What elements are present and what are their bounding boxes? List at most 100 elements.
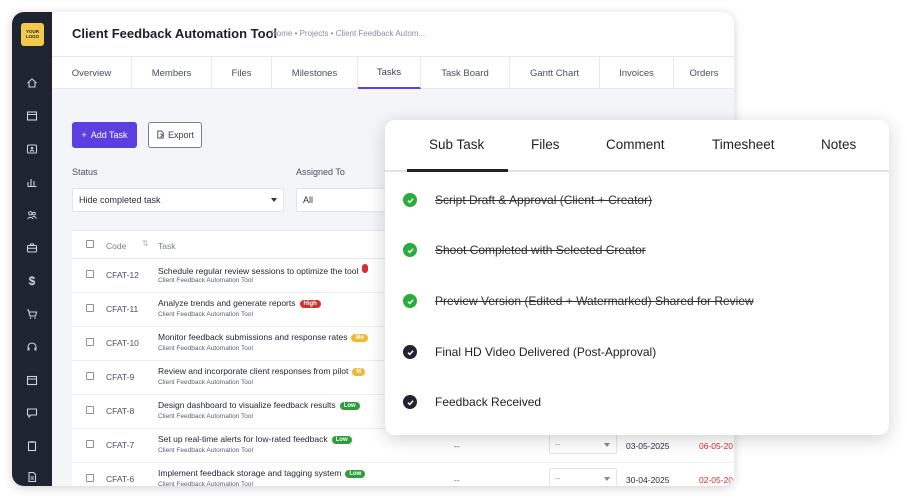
task-column-header[interactable]: Task (158, 241, 175, 251)
popup-tab-notes[interactable]: Notes (821, 137, 856, 152)
select-all-checkbox[interactable] (86, 240, 94, 248)
chart-icon[interactable] (24, 174, 40, 190)
task-start-date: 03-05-2025 (626, 441, 670, 451)
subtask-item[interactable]: Shoot Completed with Selected Creator (403, 241, 873, 263)
popup-tabs: Sub Task Files Comment Timesheet Notes (385, 120, 889, 172)
assigned-filter-value: All (303, 195, 314, 205)
breadcrumb[interactable]: Home • Projects • Client Feedback Autom.… (271, 29, 425, 38)
assigned-filter-select[interactable]: All (296, 188, 396, 212)
status-filter-value: Hide completed task (79, 195, 161, 205)
check-circle-icon[interactable] (403, 294, 417, 308)
priority-badge: Low (339, 402, 360, 410)
task-code: CFAT-9 (106, 372, 135, 382)
row-checkbox[interactable] (86, 474, 94, 482)
task-code: CFAT-11 (106, 304, 139, 314)
tab-gantt-chart[interactable]: Gantt Chart (510, 57, 600, 89)
task-name[interactable]: Implement feedback storage and tagging s… (158, 468, 366, 478)
tab-overview[interactable]: Overview (52, 57, 132, 89)
popup-tab-comment[interactable]: Comment (606, 137, 665, 152)
task-name[interactable]: Design dashboard to visualize feedback r… (158, 400, 360, 410)
task-project: Client Feedback Automation Tool (158, 345, 253, 352)
task-name[interactable]: Schedule regular review sessions to opti… (158, 264, 369, 276)
tab-milestones[interactable]: Milestones (272, 57, 358, 89)
tab-members[interactable]: Members (132, 57, 212, 89)
code-column-header[interactable]: Code (106, 241, 126, 251)
row-checkbox[interactable] (86, 406, 94, 414)
task-name-text: Analyze trends and generate reports (158, 298, 296, 308)
project-tabs: Overview Members Files Milestones Tasks … (52, 57, 734, 89)
row-checkbox[interactable] (86, 304, 94, 312)
check-circle-icon[interactable] (403, 243, 417, 257)
status-filter-select[interactable]: Hide completed task (72, 188, 284, 212)
task-project: Client Feedback Automation Tool (158, 311, 253, 318)
subtask-text: Preview Version (Edited + Watermarked) S… (435, 294, 754, 308)
check-circle-icon[interactable] (403, 345, 417, 359)
home-icon[interactable] (24, 75, 40, 91)
task-due-date: 02-05-20 (699, 475, 734, 485)
subtask-item[interactable]: Preview Version (Edited + Watermarked) S… (403, 292, 873, 314)
task-status-select[interactable]: -- (549, 468, 617, 486)
popup-tab-timesheet[interactable]: Timesheet (712, 137, 775, 152)
window-icon[interactable] (24, 108, 40, 124)
row-checkbox[interactable] (86, 440, 94, 448)
task-status-value: -- (555, 440, 561, 449)
task-name-text: Design dashboard to visualize feedback r… (158, 400, 336, 410)
chat-icon[interactable] (24, 405, 40, 421)
dollar-icon[interactable]: $ (24, 273, 40, 289)
tab-invoices[interactable]: Invoices (600, 57, 674, 89)
check-circle-icon[interactable] (403, 193, 417, 207)
task-project: Client Feedback Automation Tool (158, 277, 253, 284)
check-circle-icon[interactable] (403, 395, 417, 409)
tab-task-board[interactable]: Task Board (421, 57, 510, 89)
subtask-text: Shoot Completed with Selected Creator (435, 243, 646, 257)
subtask-item[interactable]: Feedback Received (403, 393, 873, 415)
add-task-button[interactable]: + Add Task (72, 122, 137, 148)
table-row[interactable]: CFAT-6 Implement feedback storage and tag… (72, 463, 734, 486)
clipboard-icon[interactable] (24, 438, 40, 454)
document-icon[interactable] (24, 469, 40, 485)
task-code: CFAT-12 (106, 270, 139, 280)
row-checkbox[interactable] (86, 338, 94, 346)
priority-badge: High (299, 300, 321, 308)
cart-icon[interactable] (24, 306, 40, 322)
plus-icon: + (81, 130, 87, 140)
task-name-text: Implement feedback storage and tagging s… (158, 468, 342, 478)
export-label: Export (167, 130, 194, 140)
task-project: Client Feedback Automation Tool (158, 481, 253, 486)
task-name[interactable]: Monitor feedback submissions and respons… (158, 332, 368, 342)
task-assignee: -- (454, 441, 460, 451)
task-code: CFAT-6 (106, 474, 135, 484)
popup-tab-sub-task[interactable]: Sub Task (429, 137, 484, 152)
priority-badge: Low (331, 436, 352, 444)
task-name[interactable]: Set up real-time alerts for low-rated fe… (158, 434, 352, 444)
page-title: Client Feedback Automation Tool (72, 26, 278, 41)
users-icon[interactable] (24, 207, 40, 223)
row-checkbox[interactable] (86, 270, 94, 278)
task-project: Client Feedback Automation Tool (158, 413, 253, 420)
task-code: CFAT-10 (106, 338, 139, 348)
headset-icon[interactable] (24, 339, 40, 355)
sort-icon[interactable]: ⇅ (142, 239, 149, 248)
subtask-item[interactable]: Script Draft & Approval (Client + Creato… (403, 191, 873, 213)
task-code: CFAT-7 (106, 440, 135, 450)
subtask-item[interactable]: Final HD Video Delivered (Post-Approval) (403, 343, 873, 365)
tab-tasks[interactable]: Tasks (358, 57, 421, 89)
task-name-text: Schedule regular review sessions to opti… (158, 266, 359, 276)
tab-orders[interactable]: Orders (674, 57, 734, 89)
task-name[interactable]: Review and incorporate client responses … (158, 366, 366, 376)
task-status-select[interactable]: -- (549, 434, 617, 454)
priority-badge: M (352, 368, 366, 376)
tab-files[interactable]: Files (212, 57, 272, 89)
export-button[interactable]: Export (148, 122, 202, 148)
row-checkbox[interactable] (86, 372, 94, 380)
chevron-down-icon (604, 477, 610, 481)
app-logo[interactable]: YOUR LOGO (21, 23, 44, 46)
briefcase-icon[interactable] (24, 240, 40, 256)
priority-badge: Low (345, 470, 366, 478)
id-card-icon[interactable] (24, 141, 40, 157)
task-name[interactable]: Analyze trends and generate reports High (158, 298, 321, 308)
popup-tab-files[interactable]: Files (531, 137, 560, 152)
calendar-icon[interactable] (24, 372, 40, 388)
subtask-text: Feedback Received (435, 395, 542, 409)
priority-badge (362, 264, 369, 273)
